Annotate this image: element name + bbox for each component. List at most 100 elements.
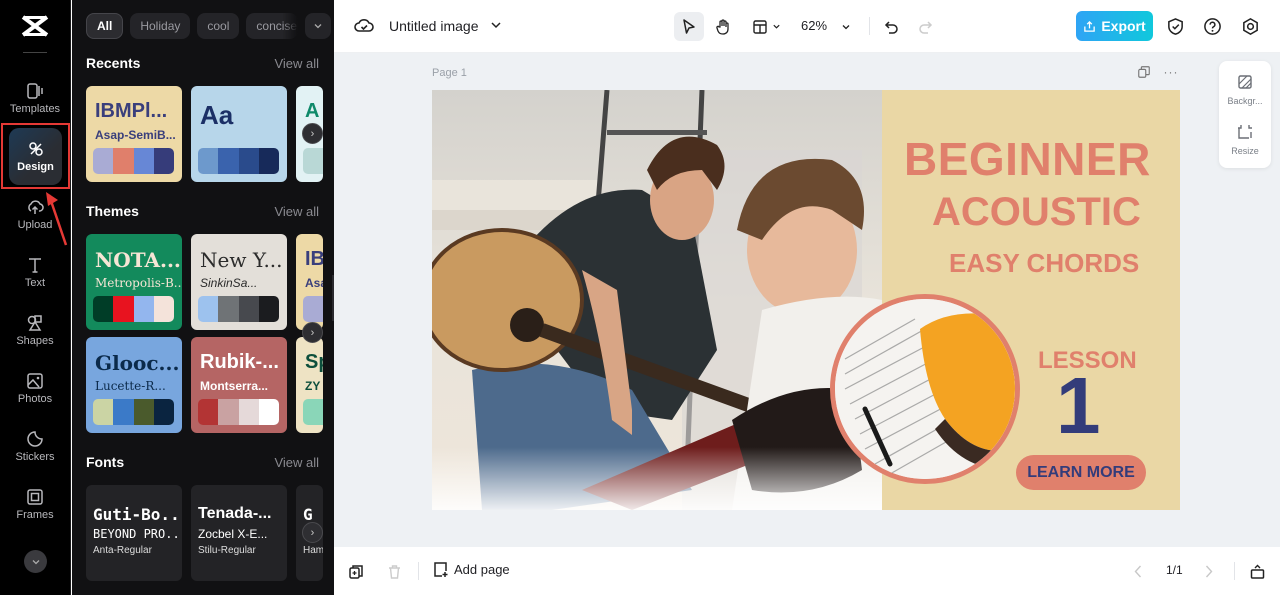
style-card-title: Glooc... bbox=[95, 351, 180, 375]
rail-more-button[interactable] bbox=[24, 550, 47, 573]
chevron-down-icon bbox=[32, 559, 39, 564]
chips-expand-button[interactable] bbox=[305, 13, 332, 39]
style-card-subtitle: ZY bbox=[305, 379, 321, 393]
add-page-button[interactable]: Add page bbox=[432, 561, 510, 578]
style-card[interactable]: IB Asa bbox=[296, 234, 323, 330]
subheadline-easy-chords[interactable]: EASY CHORDS bbox=[949, 248, 1139, 279]
font-card[interactable]: Guti-Bo... BEYOND PRO... Anta-Regular bbox=[86, 485, 182, 581]
help-button[interactable] bbox=[1200, 14, 1224, 38]
chevron-down-icon bbox=[314, 24, 322, 29]
fonts-next-button[interactable]: › bbox=[302, 522, 323, 543]
themes-next-button[interactable]: › bbox=[302, 322, 323, 343]
page-more-button[interactable]: ··· bbox=[1163, 64, 1179, 80]
chevron-right-icon bbox=[1205, 565, 1212, 577]
background-button[interactable]: Backgr... bbox=[1219, 67, 1271, 112]
style-card[interactable]: Aa bbox=[191, 86, 287, 182]
annotation-highlight-box bbox=[1, 123, 70, 189]
style-card-subtitle: Asap-SemiB... bbox=[95, 128, 176, 142]
app-root: Templates Design Upload Text Shapes Phot… bbox=[0, 0, 1280, 595]
select-tool-button[interactable] bbox=[674, 12, 704, 41]
chip-all[interactable]: All bbox=[86, 13, 124, 39]
layout-icon bbox=[753, 19, 767, 34]
export-button[interactable]: Export bbox=[1076, 11, 1153, 41]
filter-chips: All Holiday cool concise bbox=[86, 13, 332, 39]
style-card[interactable]: Glooc... Lucette-R... bbox=[86, 337, 182, 433]
themes-title: Themes bbox=[86, 203, 139, 219]
resize-label: Resize bbox=[1231, 145, 1259, 156]
color-palette bbox=[93, 296, 174, 322]
style-card-title: Sp bbox=[305, 351, 323, 373]
rail-item-stickers[interactable]: Stickers bbox=[5, 420, 65, 472]
design-canvas[interactable]: BEGINNER ACOUSTIC EASY CHORDS LESSON 1 L… bbox=[432, 90, 1180, 510]
rail-item-frames[interactable]: Frames bbox=[5, 478, 65, 530]
document-title[interactable]: Untitled image bbox=[389, 18, 479, 34]
undo-button[interactable] bbox=[877, 12, 907, 41]
color-swatch bbox=[198, 399, 219, 425]
style-card-title: A bbox=[305, 100, 320, 122]
rail-item-templates[interactable]: Templates bbox=[5, 72, 65, 124]
color-swatch bbox=[93, 296, 114, 322]
capcut-logo bbox=[20, 13, 50, 39]
shield-check-icon bbox=[1167, 17, 1183, 35]
color-palette bbox=[93, 399, 174, 425]
page-side-tools: Backgr... Resize bbox=[1219, 61, 1271, 168]
headline-beginner[interactable]: BEGINNER bbox=[904, 132, 1151, 186]
color-palette bbox=[198, 399, 279, 425]
recents-next-button[interactable]: › bbox=[302, 123, 323, 144]
hand-tool-button[interactable] bbox=[708, 12, 738, 41]
color-swatch bbox=[153, 399, 174, 425]
chip-concise[interactable]: concise bbox=[246, 13, 299, 39]
rail-item-photos[interactable]: Photos bbox=[5, 362, 65, 414]
color-palette bbox=[303, 148, 323, 174]
themes-view-all[interactable]: View all bbox=[274, 204, 319, 219]
duplicate-page-bottom-button[interactable] bbox=[346, 561, 366, 581]
next-page-button[interactable] bbox=[1198, 561, 1218, 581]
duplicate-page-button[interactable] bbox=[1136, 64, 1152, 80]
prev-page-button[interactable] bbox=[1128, 561, 1148, 581]
rail-item-text[interactable]: Text bbox=[5, 246, 65, 298]
font-card-subtitle: Zocbel X-E... bbox=[198, 527, 268, 541]
style-card-subtitle: Montserra... bbox=[200, 379, 269, 393]
settings-button[interactable] bbox=[1238, 14, 1262, 38]
sheet-music-guitar-photo[interactable] bbox=[830, 294, 1020, 484]
style-card-subtitle: SinkinSa... bbox=[200, 276, 258, 290]
style-card-title: IB bbox=[305, 248, 323, 270]
color-swatch bbox=[113, 148, 134, 174]
rail-item-shapes[interactable]: Shapes bbox=[5, 304, 65, 356]
style-card[interactable]: New Y... SinkinSa... bbox=[191, 234, 287, 330]
layout-dropdown-button[interactable] bbox=[746, 12, 786, 41]
share-upload-icon bbox=[1084, 20, 1096, 32]
redo-button[interactable] bbox=[910, 12, 940, 41]
headline-acoustic[interactable]: ACOUSTIC bbox=[932, 190, 1141, 235]
learn-more-cta[interactable]: LEARN MORE bbox=[1016, 455, 1146, 490]
expand-pages-button[interactable] bbox=[1247, 561, 1267, 581]
color-swatch bbox=[303, 296, 323, 322]
color-swatch bbox=[258, 148, 279, 174]
style-card[interactable]: IBMPl... Asap-SemiB... bbox=[86, 86, 182, 182]
chevron-down-icon[interactable] bbox=[489, 16, 503, 34]
style-card[interactable]: NOTA... Metropolis-B... bbox=[86, 234, 182, 330]
lesson-number[interactable]: 1 bbox=[1056, 360, 1101, 452]
recents-view-all[interactable]: View all bbox=[274, 56, 319, 71]
color-palette bbox=[303, 296, 323, 322]
zoom-level[interactable]: 62% bbox=[801, 18, 827, 33]
zoom-dropdown-button[interactable] bbox=[834, 12, 858, 41]
chip-cool[interactable]: cool bbox=[197, 13, 240, 39]
rail-divider bbox=[23, 52, 47, 53]
rail-item-upload[interactable]: Upload bbox=[5, 188, 65, 240]
fonts-view-all[interactable]: View all bbox=[274, 455, 319, 470]
left-nav-rail: Templates Design Upload Text Shapes Phot… bbox=[0, 0, 71, 595]
resize-button[interactable]: Resize bbox=[1219, 117, 1271, 162]
font-card[interactable]: Tenada-... Zocbel X-E... Stilu-Regular bbox=[191, 485, 287, 581]
style-card[interactable]: Rubik-... Montserra... bbox=[191, 337, 287, 433]
color-swatch bbox=[238, 296, 259, 322]
photo-teacher-student-guitar[interactable] bbox=[432, 90, 882, 510]
rail-label: Text bbox=[24, 276, 46, 289]
circle-photo-illustration bbox=[835, 299, 1015, 479]
cursor-icon bbox=[683, 18, 695, 34]
chip-holiday[interactable]: Holiday bbox=[130, 13, 191, 39]
style-card-title: Aa bbox=[200, 100, 234, 130]
style-card[interactable]: Sp ZY bbox=[296, 337, 323, 433]
delete-page-button[interactable] bbox=[384, 561, 404, 581]
security-button[interactable] bbox=[1163, 14, 1187, 38]
